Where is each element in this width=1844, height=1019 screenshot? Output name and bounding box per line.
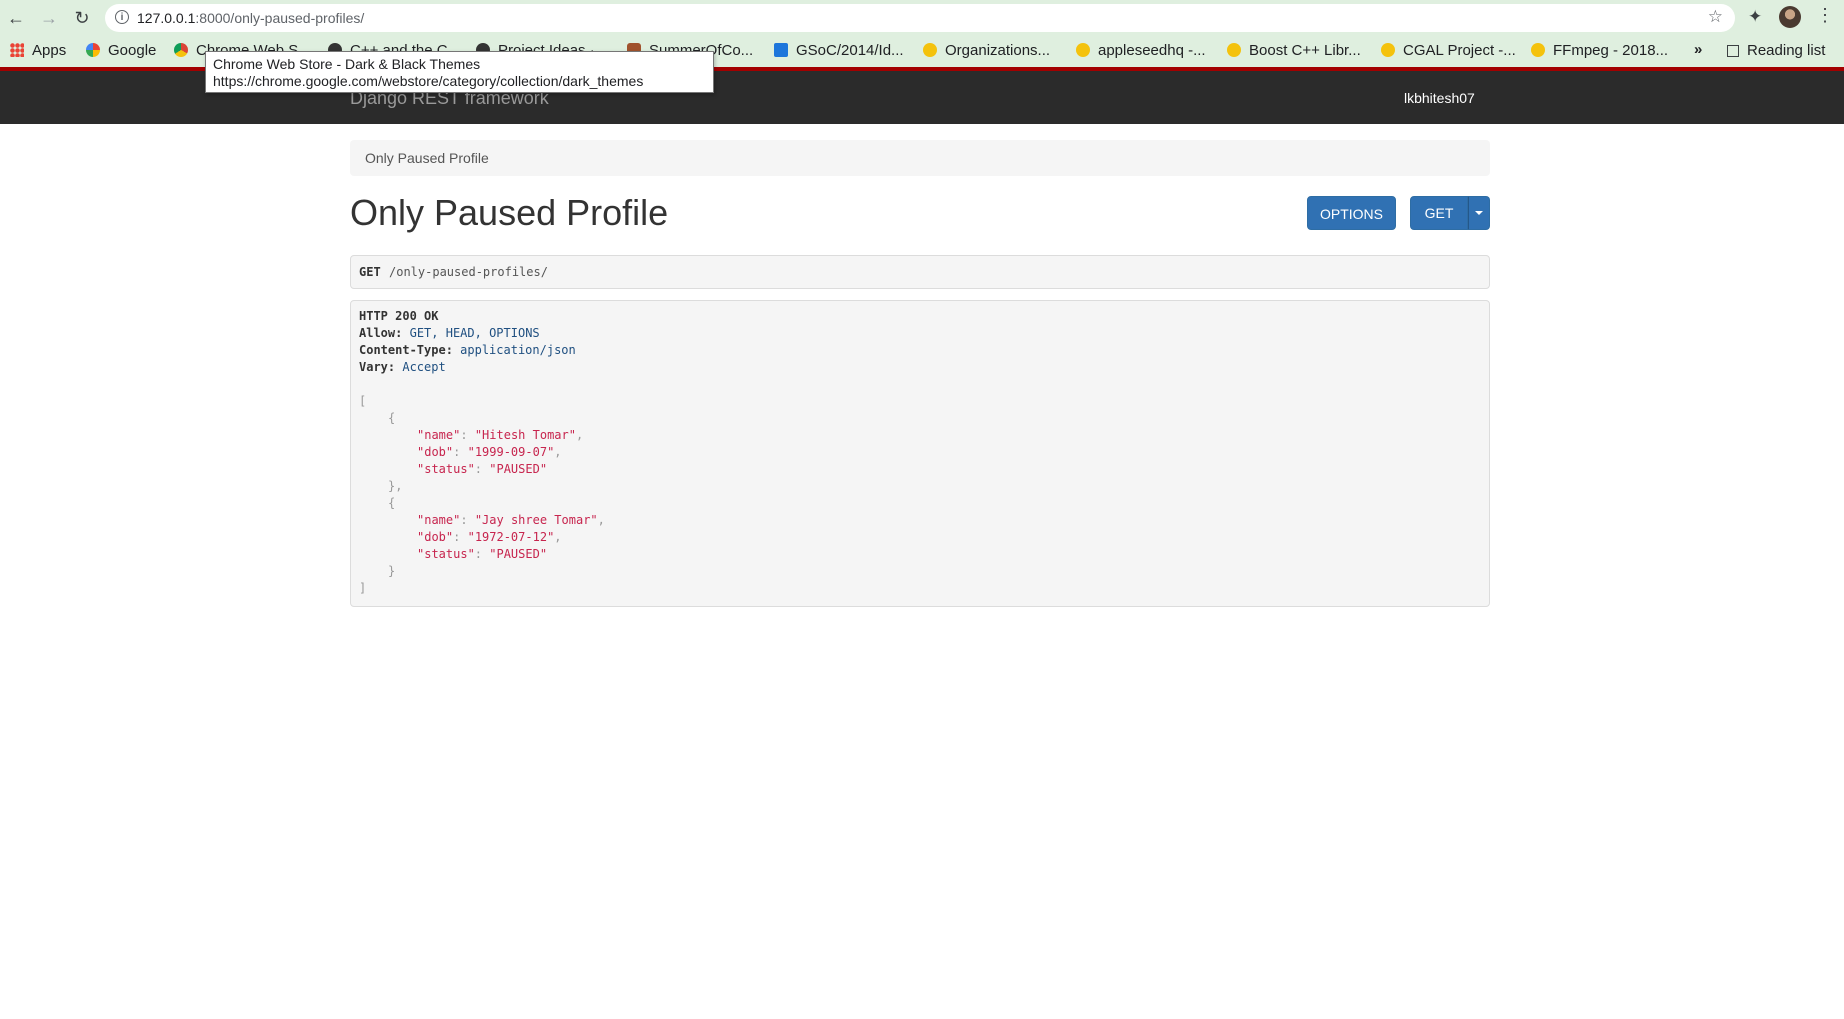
bookmark-apps[interactable]: Apps [10,42,66,59]
header-name: Allow: [359,326,403,340]
bookmark-label: appleseedhq -... [1098,42,1206,59]
bookmark-label: Apps [32,42,67,59]
header-content-type: Content-Type: application/json [359,343,576,357]
bookmarks-overflow-button[interactable]: » [1694,41,1702,58]
bookmark-tooltip: Chrome Web Store - Dark & Black Themes h… [205,51,714,93]
gsoc-sun-icon [1076,43,1090,57]
user-menu[interactable]: lkbhitesh07 [1404,90,1475,106]
reading-list-label: Reading list [1747,42,1826,59]
response-info: HTTP 200 OK Allow: GET, HEAD, OPTIONS Co… [350,300,1490,607]
json-close-bracket: ] [359,581,367,595]
url-text: 127.0.0.1:8000/only-paused-profiles/ [137,10,364,26]
json-open-bracket: [ [359,394,367,408]
response-status: HTTP 200 OK [359,309,439,323]
apps-grid-icon [10,43,24,57]
header-allow: Allow: GET, HEAD, OPTIONS [359,326,540,340]
profile-dob: 1972-07-12 [474,530,548,544]
json-close-brace: }, [388,479,403,493]
browser-toolbar: ← → ↻ i 127.0.0.1:8000/only-paused-profi… [0,0,1844,35]
options-button[interactable]: OPTIONS [1307,196,1396,230]
breadcrumb-active[interactable]: Only Paused Profile [365,150,489,166]
address-bar[interactable]: i 127.0.0.1:8000/only-paused-profiles/ ☆ [105,4,1735,32]
profile-name: Hitesh Tomar [482,428,569,442]
header-name: Vary: [359,360,396,374]
profile-name: Jay shree Tomar [482,513,591,527]
bookmark-gsoc[interactable]: GSoC/2014/Id... [774,42,904,59]
bookmark-label: CGAL Project -... [1403,42,1516,59]
header-vary: Vary: Accept [359,360,446,374]
reload-icon[interactable]: ↻ [70,6,94,30]
bookmark-label: GSoC/2014/Id... [796,42,904,59]
profile-status: PAUSED [496,547,540,561]
gsoc-sun-icon [1381,43,1395,57]
url-path: :8000/only-paused-profiles/ [195,10,365,26]
bookmark-ffmpeg[interactable]: FFmpeg - 2018... [1531,42,1668,59]
json-field-name: "name": "Jay shree Tomar", [417,513,605,527]
request-info: GET /only-paused-profiles/ [350,255,1490,289]
request-method: GET [359,265,381,279]
bookmark-label: FFmpeg - 2018... [1553,42,1669,59]
header-value: Accept [402,360,446,374]
header-value: GET, HEAD, OPTIONS [409,326,540,340]
page-title: Only Paused Profile [350,192,669,233]
profile-status: PAUSED [496,462,540,476]
chrome-web-store-icon [174,43,188,57]
bookmark-label: Boost C++ Libr... [1249,42,1361,59]
json-field-dob: "dob": "1972-07-12", [417,530,562,544]
bookmark-star-icon[interactable]: ☆ [1708,7,1723,27]
json-open-brace: { [388,411,396,425]
forward-icon[interactable]: → [37,6,61,30]
gsoc-sun-icon [1531,43,1545,57]
bookmark-label: Google [108,42,157,59]
bookmark-google[interactable]: Google [86,42,156,59]
reading-list-icon [1727,45,1739,57]
site-info-icon[interactable]: i [115,10,129,24]
json-field-name: "name": "Hitesh Tomar", [417,428,584,442]
profile-dob: 1999-09-07 [474,445,548,459]
bookmark-boost[interactable]: Boost C++ Libr... [1227,42,1361,59]
google-icon [86,43,100,57]
extensions-puzzle-icon[interactable]: ✦ [1748,7,1762,27]
breadcrumb: Only Paused Profile [350,140,1490,176]
kde-icon [774,43,788,57]
tooltip-title: Chrome Web Store - Dark & Black Themes [213,56,481,72]
url-host: 127.0.0.1 [137,10,196,26]
tooltip-url: https://chrome.google.com/webstore/categ… [213,73,644,89]
request-path: /only-paused-profiles/ [389,265,548,279]
gsoc-sun-icon [1227,43,1241,57]
profile-avatar[interactable] [1779,6,1801,28]
bookmark-label: Organizations... [945,42,1051,59]
bookmark-cgal[interactable]: CGAL Project -... [1381,42,1516,59]
json-open-brace: { [388,496,396,510]
caret-down-icon [1475,211,1483,215]
get-button[interactable]: GET [1410,196,1468,230]
header-value: application/json [460,343,576,357]
more-menu-icon[interactable]: ⋮ [1816,5,1834,26]
json-close-brace: } [388,564,396,578]
header-name: Content-Type: [359,343,453,357]
back-icon[interactable]: ← [4,6,28,30]
json-field-status: "status": "PAUSED" [417,547,548,561]
json-field-status: "status": "PAUSED" [417,462,548,476]
gsoc-sun-icon [923,43,937,57]
bookmark-organizations[interactable]: Organizations... [923,42,1050,59]
get-format-dropdown[interactable] [1468,196,1490,230]
reading-list-button[interactable]: Reading list [1727,42,1825,59]
json-field-dob: "dob": "1999-09-07", [417,445,562,459]
bookmark-appleseedhq[interactable]: appleseedhq -... [1076,42,1206,59]
